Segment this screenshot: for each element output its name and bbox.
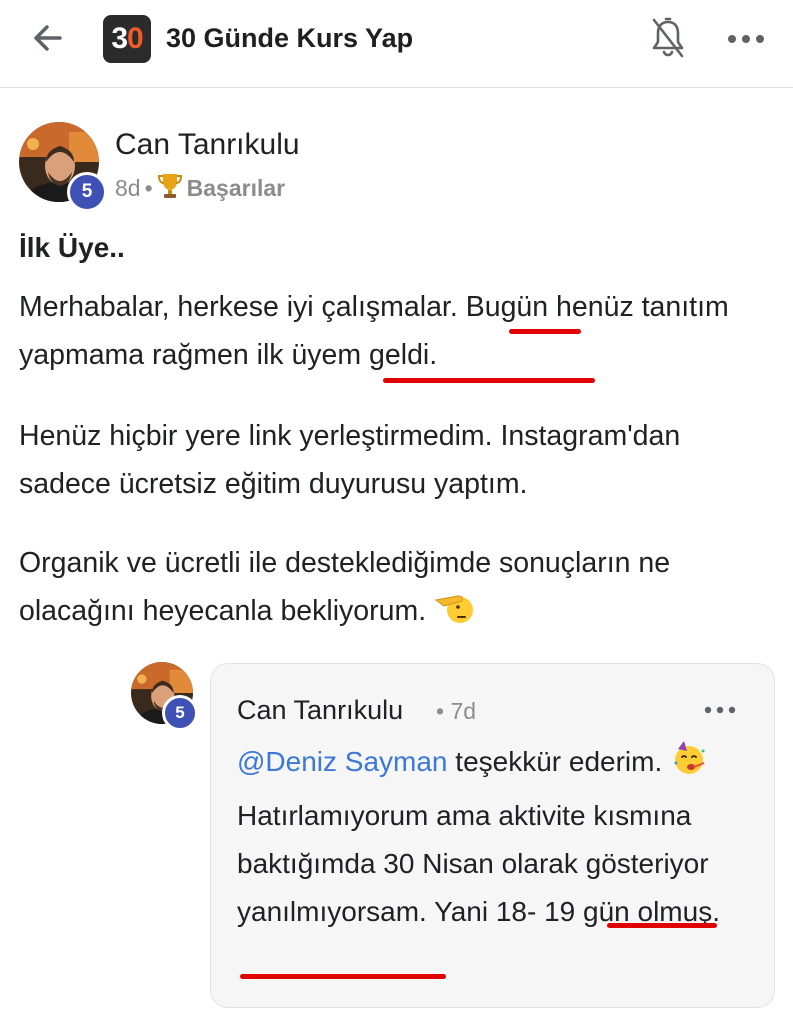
notifications-button[interactable] [648,16,688,60]
underline-annotation-1 [509,329,581,334]
post-time: 8d [115,175,141,201]
highlight-bugun: Bugün [465,291,549,323]
comment-text: @Deniz Sayman teşekkür ederim. Hatırlamı… [237,738,737,936]
more-horizontal-icon [728,35,764,43]
meta-separator: • [144,175,153,201]
arrow-left-icon [34,25,62,51]
comment-meta: • 7d [436,698,477,724]
back-button[interactable] [28,18,68,58]
underline-annotation-3 [607,923,717,928]
post-category[interactable]: Başarılar [187,175,285,201]
comment-level-badge: 5 [162,695,198,731]
post-title: İlk Üye.. [19,232,125,263]
post-paragraph-3: Organik ve ücretli ile desteklediğimde s… [19,539,779,641]
underline-annotation-4 [240,974,446,979]
post-paragraph-2: Henüz hiçbir yere link yerleştirmedim. I… [19,420,681,500]
post-meta: 8d • Başarılar [115,172,285,208]
saluting-face-emoji [434,590,474,641]
underline-annotation-2 [383,378,595,383]
more-options-button[interactable] [724,24,768,54]
comment-author-name[interactable]: Can Tanrıkulu [237,692,403,728]
comment-more-button[interactable] [700,700,740,720]
level-badge: 5 [67,172,107,212]
post-paragraph-1: Merhabalar, herkese iyi çalışmalar. Bugü… [19,291,729,371]
mention-link[interactable]: @Deniz Sayman [237,746,448,777]
highlight-yani: Yani 18- [434,896,537,927]
bell-off-icon [652,17,684,58]
highlight-ilk-uyem: ilk üyem geldi. [256,339,438,371]
trophy-icon [157,172,183,208]
post-author-name[interactable]: Can Tanrıkulu [115,126,300,164]
community-title[interactable]: 30 Günde Kurs Yap [166,20,413,56]
partying-face-emoji [670,739,708,792]
more-horizontal-icon [704,706,736,714]
community-logo[interactable]: 30 [103,15,151,63]
app-header: 30 30 Günde Kurs Yap [0,0,793,88]
comment-time: 7d [450,698,477,724]
